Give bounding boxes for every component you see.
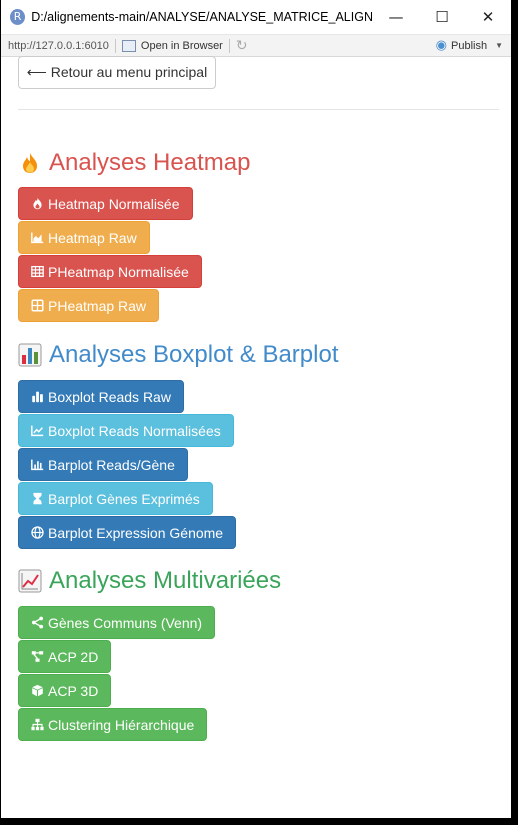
globe-icon	[31, 526, 44, 539]
area-chart-icon	[31, 232, 44, 244]
section-title-text: Analyses Multivariées	[49, 567, 282, 594]
heatmap-section-title: Analyses Heatmap	[18, 149, 250, 177]
url-display: http://127.0.0.1:6010	[8, 39, 109, 52]
window-controls: — ☐ ✕	[373, 0, 511, 34]
open-in-browser-button[interactable]: Open in Browser	[141, 40, 223, 52]
fire-emoji-icon	[23, 153, 37, 173]
publish-button[interactable]: ◉ Publish ▼	[436, 38, 503, 53]
button-label: Barplot Expression Génome	[48, 524, 224, 541]
toolbar-divider	[114, 38, 116, 53]
bar-chart-icon	[32, 391, 43, 403]
window-title: D:/alignements-main/ANALYSE/ANALYSE_MATR…	[31, 10, 373, 24]
maximize-button[interactable]: ☐	[419, 0, 465, 34]
sitemap-icon	[31, 718, 44, 731]
clustering-hierarchique-button[interactable]: Clustering Hiérarchique	[18, 708, 208, 741]
boxplot-section-title: Analyses Boxplot & Barplot	[18, 341, 339, 369]
pheatmap-raw-button[interactable]: PHeatmap Raw	[18, 289, 160, 322]
open-browser-icon	[121, 39, 136, 52]
main-content: ⟵ Retour au menu principal Analyses Heat…	[1, 56, 511, 818]
title-bar: R D:/alignements-main/ANALYSE/ANALYSE_MA…	[1, 0, 511, 35]
acp-3d-button[interactable]: ACP 3D	[18, 674, 112, 707]
minimize-button[interactable]: —	[373, 0, 419, 34]
fire-icon	[33, 197, 42, 210]
grid-icon	[31, 299, 44, 312]
app-window: R D:/alignements-main/ANALYSE/ANALYSE_MA…	[1, 0, 511, 818]
boxplot-reads-raw-button[interactable]: Boxplot Reads Raw	[18, 380, 184, 413]
barplot-expression-genome-button[interactable]: Barplot Expression Génome	[18, 516, 237, 549]
section-title-text: Analyses Boxplot & Barplot	[49, 341, 339, 368]
button-label: Barplot Gènes Exprimés	[48, 490, 200, 507]
hourglass-icon	[33, 492, 42, 505]
divider	[18, 109, 499, 110]
acp-2d-button[interactable]: ACP 2D	[18, 640, 112, 673]
button-label: Heatmap Raw	[48, 229, 137, 246]
column-chart-icon	[31, 459, 44, 471]
refresh-icon[interactable]: ↻	[236, 38, 248, 54]
button-label: PHeatmap Raw	[48, 297, 147, 314]
back-to-menu-button[interactable]: ⟵ Retour au menu principal	[18, 56, 216, 89]
project-diagram-icon	[31, 651, 44, 662]
section-title-text: Analyses Heatmap	[49, 149, 251, 176]
button-label: Boxplot Reads Raw	[48, 388, 171, 405]
chevron-down-icon[interactable]: ▼	[495, 41, 503, 50]
r-app-icon: R	[10, 9, 26, 25]
line-chart-icon	[31, 425, 44, 437]
publish-label: Publish	[451, 39, 488, 52]
button-label: Gènes Communs (Venn)	[48, 614, 203, 631]
publish-icon: ◉	[435, 38, 447, 53]
viewer-toolbar: http://127.0.0.1:6010 Open in Browser ↻ …	[1, 35, 511, 57]
boxplot-reads-normalisees-button[interactable]: Boxplot Reads Normalisées	[18, 414, 234, 447]
button-label: ACP 3D	[48, 682, 99, 699]
button-label: Clustering Hiérarchique	[48, 716, 195, 733]
heatmap-normalisee-button[interactable]: Heatmap Normalisée	[18, 187, 193, 220]
barplot-reads-gene-button[interactable]: Barplot Reads/Gène	[18, 448, 188, 481]
button-label: Heatmap Normalisée	[48, 195, 180, 212]
genes-communs-venn-button[interactable]: Gènes Communs (Venn)	[18, 606, 216, 639]
button-label: Boxplot Reads Normalisées	[48, 422, 221, 439]
chart-increasing-emoji-icon	[18, 569, 42, 593]
toolbar-divider	[228, 38, 230, 53]
barplot-genes-exprimes-button[interactable]: Barplot Gènes Exprimés	[18, 482, 213, 515]
share-nodes-icon	[31, 616, 44, 629]
pheatmap-normalisee-button[interactable]: PHeatmap Normalisée	[18, 255, 202, 288]
heatmap-raw-button[interactable]: Heatmap Raw	[18, 221, 150, 254]
cube-icon	[32, 684, 43, 697]
button-label: ACP 2D	[48, 648, 99, 665]
bar-chart-emoji-icon	[18, 343, 42, 367]
multivariate-section-title: Analyses Multivariées	[18, 567, 281, 595]
table-icon	[31, 265, 44, 278]
button-label: PHeatmap Normalisée	[48, 263, 189, 280]
close-button[interactable]: ✕	[465, 0, 511, 34]
button-label: Barplot Reads/Gène	[48, 456, 175, 473]
